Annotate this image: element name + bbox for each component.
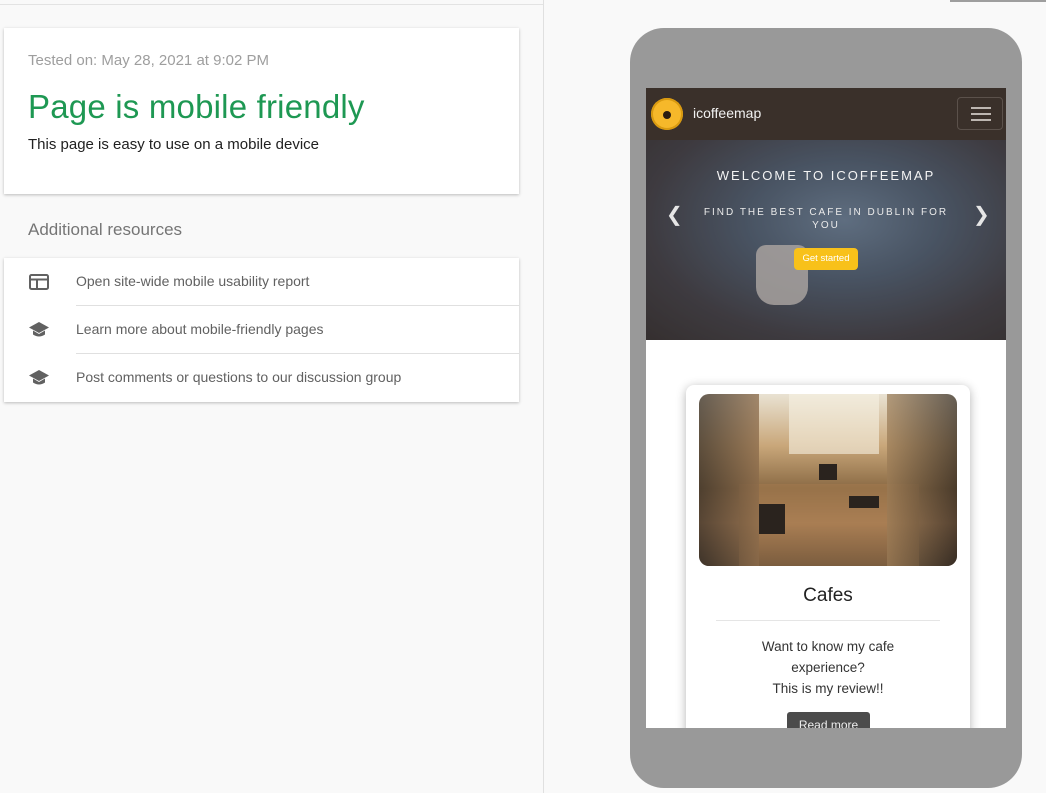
cafe-wall-left: [699, 394, 759, 566]
verdict-description: This page is easy to use on a mobile dev…: [28, 136, 319, 153]
tested-on-timestamp: Tested on: May 28, 2021 at 9:02 PM: [28, 52, 269, 69]
card-divider: [716, 620, 940, 621]
resource-label: Open site-wide mobile usability report: [76, 273, 310, 289]
chevron-left-icon[interactable]: ❮: [666, 202, 683, 227]
cafe-table: [819, 464, 837, 480]
resource-discussion-group-link[interactable]: Post comments or questions to our discus…: [4, 354, 519, 402]
mobile-preview-screen[interactable]: icoffeemap WELCOME TO ICOFFEEMAP FIND TH…: [646, 88, 1006, 728]
cafe-window-light: [789, 394, 879, 454]
hamburger-menu-button[interactable]: [957, 97, 1003, 130]
coffee-cup-icon: [663, 111, 671, 119]
read-more-button[interactable]: Read more: [787, 712, 870, 728]
resources-list: Open site-wide mobile usability report L…: [4, 258, 519, 402]
card-text-line: Want to know my cafe: [761, 639, 895, 654]
chevron-right-icon[interactable]: ❯: [973, 202, 990, 227]
school-icon: [28, 368, 50, 388]
hero-title: WELCOME TO ICOFFEEMAP: [716, 168, 936, 183]
resource-label: Learn more about mobile-friendly pages: [76, 321, 324, 337]
get-started-button[interactable]: Get started: [794, 248, 858, 270]
scroll-indicator: [950, 0, 1046, 2]
card-text: Want to know my cafe experience? This is…: [716, 636, 940, 699]
verdict-heading: Page is mobile friendly: [28, 88, 365, 125]
cafe-interior-image: [699, 394, 957, 566]
web-layout-icon: [28, 272, 50, 292]
panel-divider: [543, 0, 544, 793]
resource-label: Post comments or questions to our discus…: [76, 369, 402, 385]
hamburger-line: [971, 113, 991, 115]
card-title: Cafes: [803, 585, 853, 606]
site-brand[interactable]: icoffeemap: [693, 105, 761, 121]
hamburger-line: [971, 119, 991, 121]
top-divider: [0, 4, 543, 5]
hero-carousel: WELCOME TO ICOFFEEMAP FIND THE BEST CAFE…: [646, 140, 1006, 340]
cafes-card: Cafes Want to know my cafe experience? T…: [686, 385, 970, 728]
resource-learn-more-link[interactable]: Learn more about mobile-friendly pages: [4, 306, 519, 354]
cafe-wall-right: [887, 394, 957, 566]
resource-usability-report-link[interactable]: Open site-wide mobile usability report: [4, 258, 519, 306]
card-text-line: experience?: [791, 660, 865, 675]
cafe-table: [849, 496, 879, 508]
cafe-table: [759, 504, 785, 534]
site-logo[interactable]: [651, 98, 683, 130]
hamburger-line: [971, 107, 991, 109]
school-icon: [28, 320, 50, 340]
site-navbar: icoffeemap: [646, 88, 1006, 140]
result-card: Tested on: May 28, 2021 at 9:02 PM Page …: [4, 28, 519, 194]
card-text-line: This is my review!!: [772, 681, 884, 696]
additional-resources-heading: Additional resources: [28, 220, 183, 239]
hero-subtitle: FIND THE BEST CAFE IN DUBLIN FOR YOU: [703, 207, 949, 231]
